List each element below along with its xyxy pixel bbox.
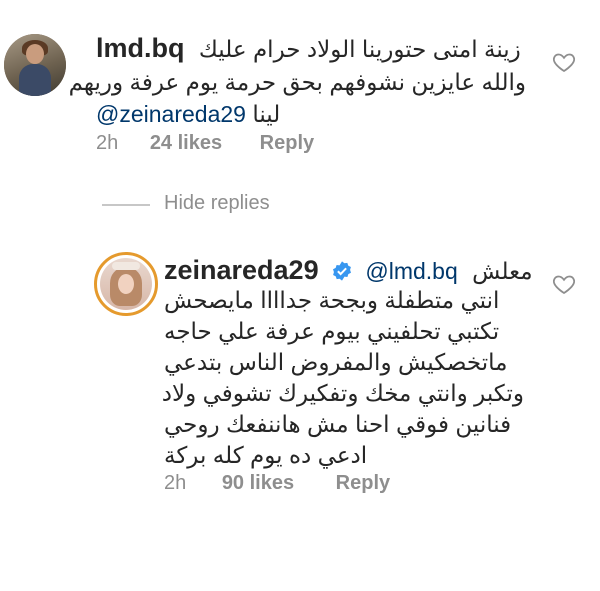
comment-text: ماتخصكيش والمفروض الناس بتدعي — [164, 349, 508, 375]
avatar[interactable] — [4, 34, 66, 96]
reply-button[interactable]: Reply — [336, 472, 390, 494]
heart-icon[interactable] — [552, 50, 576, 74]
comment-text: انتي متطفلة وبجحة جداااا مايصحش — [164, 287, 500, 313]
comment-text-line3: @zeinareda29 لينا — [96, 100, 296, 129]
timestamp: 2h — [164, 472, 187, 494]
avatar[interactable] — [94, 252, 158, 316]
comment-text: لينا — [252, 101, 281, 127]
comment-text: زينة امتى حتورينا الولاد حرام عليك — [198, 36, 521, 62]
mention-link[interactable]: @lmd.bq — [365, 258, 457, 284]
mention-link[interactable]: @zeinareda29 — [96, 101, 246, 127]
likes-count[interactable]: 24 likes — [150, 132, 222, 154]
comment-first-line: lmd.bq زينة امتى حتورينا الولاد حرام علي… — [96, 34, 526, 64]
hide-replies-label[interactable]: Hide replies — [164, 192, 270, 215]
hide-replies-button[interactable]: Hide replies — [102, 192, 342, 216]
comment-text: تكتبي تحلفيني بيوم عرفة علي حاجه — [164, 318, 500, 344]
timestamp: 2h — [96, 132, 119, 154]
likes-count[interactable]: 90 likes — [222, 472, 294, 494]
comment-meta: 2h 90 likes Reply — [164, 472, 390, 495]
comment-text: معلش — [472, 258, 533, 284]
verified-badge-icon — [333, 261, 351, 281]
comment-text: وتكبر وانتي مخك وتفكيرك تشوفي ولاد — [161, 380, 524, 406]
comment-text: والله عايزين نشوفهم بحق حرمة يوم عرفة ور… — [68, 69, 526, 95]
comment-text: ادعي ده يوم كله بركة — [164, 442, 368, 468]
reply-first-line: zeinareda29 @lmd.bq معلش — [164, 256, 544, 286]
divider — [102, 204, 150, 206]
username[interactable]: zeinareda29 — [164, 255, 319, 285]
heart-icon[interactable] — [552, 272, 576, 296]
comment-text: فنانين فوقي احنا مش هاننفعك روحي — [164, 411, 512, 437]
comment-meta: 2h 24 likes Reply — [96, 132, 314, 155]
reply-button[interactable]: Reply — [260, 132, 314, 154]
username[interactable]: lmd.bq — [96, 33, 185, 63]
